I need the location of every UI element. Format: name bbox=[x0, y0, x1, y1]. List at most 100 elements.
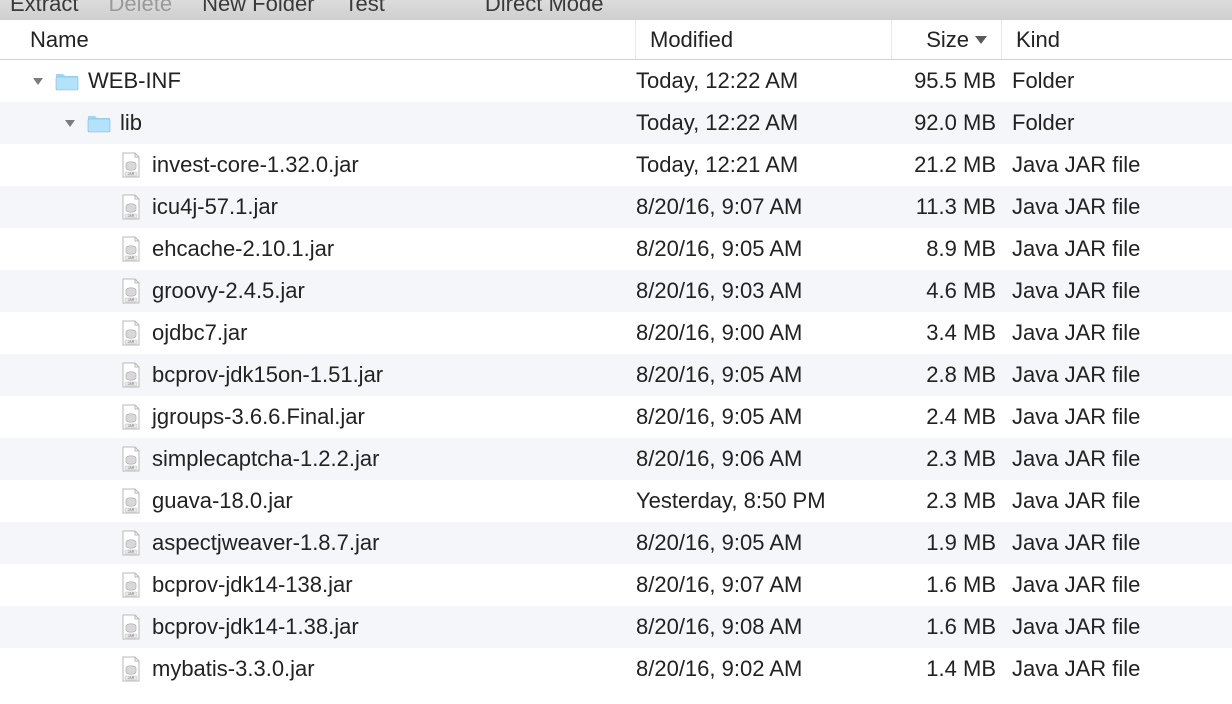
disclosure-triangle-icon[interactable] bbox=[30, 73, 46, 89]
indent-spacer bbox=[30, 627, 94, 628]
svg-text:JAR: JAR bbox=[128, 550, 135, 554]
indent-spacer bbox=[94, 627, 118, 628]
kind-cell: Java JAR file bbox=[1002, 194, 1232, 220]
size-cell: 21.2 MB bbox=[892, 152, 1002, 178]
toolbar-delete[interactable]: Delete bbox=[108, 0, 172, 14]
jar-file-icon: JAR bbox=[118, 238, 144, 260]
archive-browser-window: Extract Delete New Folder Test Direct Mo… bbox=[0, 0, 1232, 704]
indent-spacer bbox=[30, 207, 94, 208]
indent-spacer bbox=[94, 291, 118, 292]
chevron-down-icon bbox=[975, 36, 987, 44]
indent-spacer bbox=[94, 207, 118, 208]
modified-cell: 8/20/16, 9:03 AM bbox=[636, 278, 892, 304]
file-name: mybatis-3.3.0.jar bbox=[152, 656, 315, 682]
folder-icon bbox=[86, 112, 112, 134]
toolbar-direct-mode[interactable]: Direct Mode bbox=[485, 0, 604, 14]
file-name: aspectjweaver-1.8.7.jar bbox=[152, 530, 379, 556]
file-row[interactable]: JAR aspectjweaver-1.8.7.jar 8/20/16, 9:05 … bbox=[0, 522, 1232, 564]
kind-cell: Java JAR file bbox=[1002, 152, 1232, 178]
kind-cell: Java JAR file bbox=[1002, 656, 1232, 682]
file-name: bcprov-jdk14-1.38.jar bbox=[152, 614, 359, 640]
file-row[interactable]: JAR invest-core-1.32.0.jar Today, 12:21 AM… bbox=[0, 144, 1232, 186]
column-header-size[interactable]: Size bbox=[892, 20, 1002, 59]
jar-file-icon: JAR bbox=[118, 280, 144, 302]
folder-name: lib bbox=[120, 110, 142, 136]
file-name: guava-18.0.jar bbox=[152, 488, 293, 514]
column-header-kind[interactable]: Kind bbox=[1002, 20, 1232, 59]
file-row[interactable]: JARicu4j-57.1.jar8/20/16, 9:07 AM11.3 MB… bbox=[0, 186, 1232, 228]
modified-cell: Today, 12:22 AM bbox=[636, 110, 892, 136]
kind-cell: Java JAR file bbox=[1002, 320, 1232, 346]
modified-cell: 8/20/16, 9:08 AM bbox=[636, 614, 892, 640]
jar-file-icon: JAR bbox=[118, 574, 144, 596]
toolbar-extract[interactable]: Extract bbox=[10, 0, 78, 14]
disclosure-triangle-icon[interactable] bbox=[62, 115, 78, 131]
name-cell: JAR guava-18.0.jar bbox=[0, 488, 636, 514]
folder-row[interactable]: libToday, 12:22 AM92.0 MBFolder bbox=[0, 102, 1232, 144]
indent-spacer bbox=[94, 417, 118, 418]
indent-spacer bbox=[94, 543, 118, 544]
size-cell: 3.4 MB bbox=[892, 320, 1002, 346]
indent-spacer bbox=[94, 669, 118, 670]
file-row[interactable]: JARguava-18.0.jarYesterday, 8:50 PM2.3 M… bbox=[0, 480, 1232, 522]
svg-text:JAR: JAR bbox=[128, 172, 135, 176]
modified-cell: 8/20/16, 9:06 AM bbox=[636, 446, 892, 472]
indent-spacer bbox=[94, 585, 118, 586]
file-row[interactable]: JAR bcprov-jdk14-1.38.jar 8/20/16, 9:08 AM… bbox=[0, 606, 1232, 648]
modified-cell: 8/20/16, 9:05 AM bbox=[636, 404, 892, 430]
column-header-name[interactable]: Name bbox=[0, 20, 636, 59]
size-cell: 92.0 MB bbox=[892, 110, 1002, 136]
name-cell: JARicu4j-57.1.jar bbox=[0, 194, 636, 220]
file-name: bcprov-jdk14-138.jar bbox=[152, 572, 353, 598]
file-row[interactable]: JARmybatis-3.3.0.jar8/20/16, 9:02 AM1.4 … bbox=[0, 648, 1232, 690]
modified-cell: Today, 12:21 AM bbox=[636, 152, 892, 178]
name-cell: JAR invest-core-1.32.0.jar bbox=[0, 152, 636, 178]
file-row[interactable]: JAR ojdbc7.jar 8/20/16, 9:00 AM3.4 MBJava … bbox=[0, 312, 1232, 354]
column-header-modified[interactable]: Modified bbox=[636, 20, 892, 59]
file-name: ojdbc7.jar bbox=[152, 320, 247, 346]
file-row[interactable]: JARsimplecaptcha-1.2.2.jar8/20/16, 9:06 … bbox=[0, 438, 1232, 480]
modified-cell: Yesterday, 8:50 PM bbox=[636, 488, 892, 514]
kind-cell: Java JAR file bbox=[1002, 488, 1232, 514]
indent-spacer bbox=[30, 669, 94, 670]
svg-text:JAR: JAR bbox=[128, 508, 135, 512]
name-cell: JARjgroups-3.6.6.Final.jar bbox=[0, 404, 636, 430]
file-row[interactable]: JARbcprov-jdk15on-1.51.jar8/20/16, 9:05 … bbox=[0, 354, 1232, 396]
jar-file-icon: JAR bbox=[118, 448, 144, 470]
jar-file-icon: JAR bbox=[118, 616, 144, 638]
jar-file-icon: JAR bbox=[118, 322, 144, 344]
toolbar-new-folder[interactable]: New Folder bbox=[202, 0, 314, 14]
size-cell: 1.9 MB bbox=[892, 530, 1002, 556]
file-row[interactable]: JARbcprov-jdk14-138.jar8/20/16, 9:07 AM1… bbox=[0, 564, 1232, 606]
jar-file-icon: JAR bbox=[118, 658, 144, 680]
name-cell: JARsimplecaptcha-1.2.2.jar bbox=[0, 446, 636, 472]
column-headers: Name Modified Size Kind bbox=[0, 20, 1232, 60]
file-row[interactable]: JARjgroups-3.6.6.Final.jar8/20/16, 9:05 … bbox=[0, 396, 1232, 438]
column-header-kind-label: Kind bbox=[1016, 27, 1060, 53]
file-name: invest-core-1.32.0.jar bbox=[152, 152, 359, 178]
folder-row[interactable]: WEB-INFToday, 12:22 AM95.5 MBFolder bbox=[0, 60, 1232, 102]
indent-spacer bbox=[94, 459, 118, 460]
column-header-size-label: Size bbox=[926, 27, 969, 53]
toolbar: Extract Delete New Folder Test Direct Mo… bbox=[0, 0, 1232, 20]
indent-spacer bbox=[30, 585, 94, 586]
indent-spacer bbox=[30, 375, 94, 376]
modified-cell: 8/20/16, 9:00 AM bbox=[636, 320, 892, 346]
svg-text:JAR: JAR bbox=[128, 466, 135, 470]
jar-file-icon: JAR bbox=[118, 196, 144, 218]
name-cell: WEB-INF bbox=[0, 68, 636, 94]
file-row[interactable]: JARehcache-2.10.1.jar8/20/16, 9:05 AM8.9… bbox=[0, 228, 1232, 270]
jar-file-icon: JAR bbox=[118, 364, 144, 386]
kind-cell: Folder bbox=[1002, 68, 1232, 94]
size-cell: 95.5 MB bbox=[892, 68, 1002, 94]
file-list: WEB-INFToday, 12:22 AM95.5 MBFolder lib To… bbox=[0, 60, 1232, 690]
file-row[interactable]: JARgroovy-2.4.5.jar8/20/16, 9:03 AM4.6 M… bbox=[0, 270, 1232, 312]
svg-text:JAR: JAR bbox=[128, 214, 135, 218]
toolbar-test[interactable]: Test bbox=[345, 0, 385, 14]
modified-cell: 8/20/16, 9:05 AM bbox=[636, 530, 892, 556]
svg-text:JAR: JAR bbox=[128, 634, 135, 638]
kind-cell: Java JAR file bbox=[1002, 614, 1232, 640]
svg-text:JAR: JAR bbox=[128, 256, 135, 260]
modified-cell: 8/20/16, 9:07 AM bbox=[636, 572, 892, 598]
indent-spacer bbox=[94, 501, 118, 502]
